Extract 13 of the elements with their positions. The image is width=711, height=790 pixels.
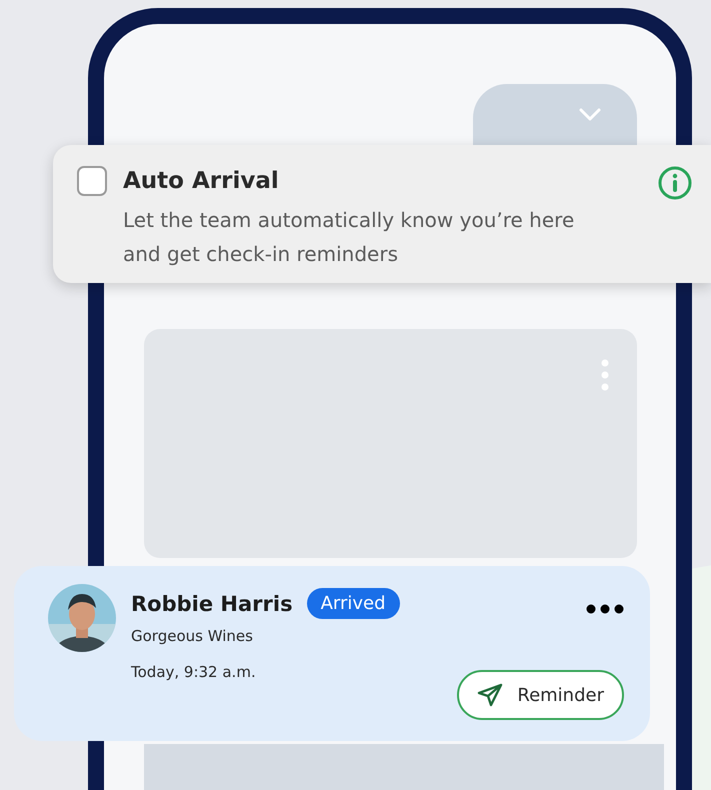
dropdown-button[interactable] xyxy=(473,84,637,145)
company-name: Gorgeous Wines xyxy=(131,627,254,645)
setting-description: Let the team automatically know you’re here and get check-in reminders xyxy=(123,207,576,268)
arrival-time: Today, 9:32 a.m. xyxy=(131,663,257,681)
checkbox[interactable] xyxy=(77,166,107,196)
send-icon xyxy=(477,683,504,707)
setting-title: Auto Arrival xyxy=(123,167,280,196)
more-horizontal-icon[interactable] xyxy=(586,604,624,614)
chevron-down-icon xyxy=(579,108,601,121)
reminder-button[interactable]: Reminder xyxy=(457,670,624,720)
status-badge: Arrived xyxy=(306,588,400,619)
contact-name: Robbie Harris xyxy=(131,592,293,616)
info-icon[interactable] xyxy=(657,165,693,201)
